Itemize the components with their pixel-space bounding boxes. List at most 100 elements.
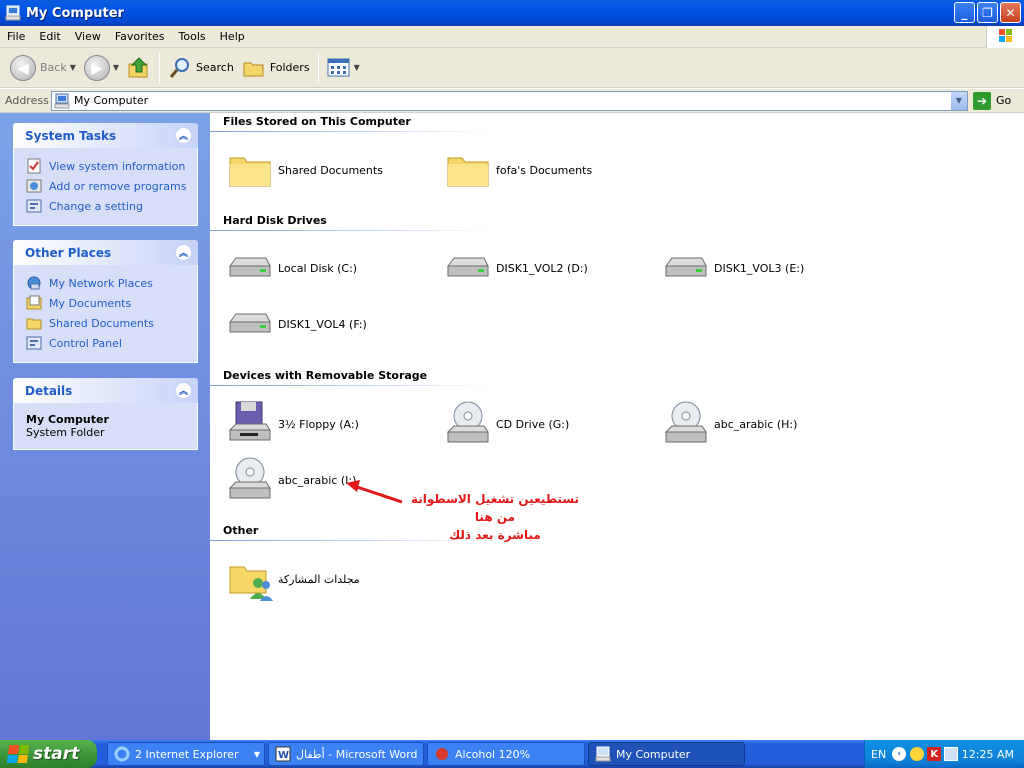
- folder-icon: [447, 157, 489, 187]
- address-bar: Address My Computer ▼ ➔ Go: [0, 89, 1024, 113]
- menu-help[interactable]: Help: [213, 30, 252, 43]
- drive-e[interactable]: DISK1_VOL3 (E:): [662, 244, 804, 292]
- messenger-smiley-icon[interactable]: [910, 747, 925, 761]
- antivirus-icon[interactable]: K: [927, 747, 942, 761]
- maximize-button[interactable]: ❐: [977, 2, 998, 23]
- address-input[interactable]: My Computer ▼: [51, 90, 968, 111]
- cd-drive-h[interactable]: abc_arabic (H:): [662, 400, 797, 448]
- task-label: أطفال - Microsoft Word: [296, 747, 418, 761]
- cd-drive-icon: [664, 401, 707, 443]
- hard-disk-icon: [229, 313, 271, 333]
- drive-d[interactable]: DISK1_VOL2 (D:): [444, 244, 588, 292]
- back-button[interactable]: ◀ Back ▼: [6, 51, 80, 85]
- hard-disk-icon: [229, 257, 271, 277]
- section-title: Hard Disk Drives: [223, 214, 327, 227]
- link-label: Control Panel: [49, 336, 122, 350]
- language-indicator[interactable]: EN: [871, 748, 886, 761]
- panel-title: Other Places: [25, 245, 112, 260]
- taskbar-item-my-computer[interactable]: My Computer: [588, 742, 745, 766]
- window-titlebar[interactable]: My Computer _ ❐ ✕: [0, 0, 1024, 26]
- drive-c[interactable]: Local Disk (C:): [226, 244, 357, 292]
- taskbar-item-ie[interactable]: 2 Internet Explorer ▼: [107, 742, 265, 766]
- views-button[interactable]: ▼: [323, 51, 364, 85]
- views-icon: [327, 58, 350, 76]
- link-label: My Network Places: [49, 276, 153, 290]
- red-arrow-icon: [346, 480, 403, 504]
- floppy-a[interactable]: 3½ Floppy (A:): [226, 400, 359, 448]
- network-icon: [27, 276, 41, 290]
- shared-documents-folder[interactable]: Shared Documents: [226, 146, 383, 194]
- up-folder-icon: [128, 56, 148, 77]
- system-tray: EN ‹ K 12:25 AM: [864, 740, 1024, 768]
- item-label: CD Drive (G:): [496, 417, 570, 431]
- item-label: 3½ Floppy (A:): [278, 417, 359, 431]
- close-button[interactable]: ✕: [1000, 2, 1021, 23]
- up-folder-button[interactable]: [123, 51, 155, 85]
- shared-documents-link[interactable]: Shared Documents: [26, 313, 197, 333]
- annotation-line: مباشرة بعد ذلك: [449, 528, 541, 542]
- toolbar-separator: [159, 52, 161, 83]
- link-label: My Documents: [49, 296, 132, 310]
- chevron-down-icon: ▼: [253, 749, 260, 759]
- folders-button[interactable]: Folders: [238, 51, 314, 85]
- panel-title: Details: [25, 383, 73, 398]
- folder-icon: [26, 318, 42, 330]
- fofas-documents-folder[interactable]: fofa's Documents: [444, 146, 592, 194]
- network-tray-icon[interactable]: [944, 747, 959, 761]
- section-title: Other: [223, 524, 259, 537]
- menu-edit[interactable]: Edit: [32, 30, 67, 43]
- change-setting-link[interactable]: Change a setting: [26, 196, 197, 216]
- forward-arrow-icon: ▶: [83, 54, 110, 81]
- taskbar-item-word[interactable]: W أطفال - Microsoft Word: [268, 742, 424, 766]
- add-remove-programs-link[interactable]: Add or remove programs: [26, 176, 197, 196]
- cd-drive-g[interactable]: CD Drive (G:): [444, 400, 569, 448]
- shared-folders-item[interactable]: مجلدات المشاركة: [226, 555, 360, 603]
- item-label: مجلدات المشاركة: [278, 572, 360, 586]
- folder-view: Files Stored on This Computer Shared Doc…: [210, 113, 1024, 740]
- address-label: Address: [5, 94, 49, 107]
- windows-flag-icon: [6, 745, 30, 763]
- go-button[interactable]: ➔ Go: [973, 91, 1011, 110]
- menu-view[interactable]: View: [68, 30, 108, 43]
- details-header[interactable]: Details ︽: [13, 378, 198, 403]
- other-places-panel: Other Places ︽ My Network Places My Docu…: [13, 240, 198, 363]
- view-system-info-link[interactable]: View system information: [26, 156, 197, 176]
- annotation-text: تستطيعين تشغيل الاسطوانة من هنا مباشرة ب…: [400, 490, 590, 544]
- task-label: My Computer: [616, 747, 691, 761]
- panel-title: System Tasks: [25, 128, 117, 143]
- system-tasks-header[interactable]: System Tasks ︽: [13, 123, 198, 148]
- menu-file[interactable]: File: [0, 30, 32, 43]
- collapse-chevron-icon[interactable]: ︽: [175, 244, 192, 261]
- link-label: Change a setting: [49, 199, 143, 213]
- taskbar-item-alcohol[interactable]: Alcohol 120%: [427, 742, 585, 766]
- search-button[interactable]: Search: [164, 51, 238, 85]
- start-label: start: [33, 744, 80, 764]
- go-arrow-icon: ➔: [973, 91, 991, 110]
- control-panel-link[interactable]: Control Panel: [26, 333, 197, 353]
- back-arrow-icon: ◀: [10, 54, 36, 81]
- forward-button[interactable]: ▶ ▼: [80, 51, 123, 85]
- section-other-header: Other: [210, 524, 490, 541]
- collapse-chevron-icon[interactable]: ︽: [175, 382, 192, 399]
- minimize-button[interactable]: _: [954, 2, 975, 23]
- tray-expand-icon[interactable]: ‹: [892, 747, 907, 761]
- drive-f[interactable]: DISK1_VOL4 (F:): [226, 300, 367, 348]
- my-network-places-link[interactable]: My Network Places: [26, 273, 197, 293]
- my-computer-icon: [54, 93, 70, 108]
- hard-disk-icon: [447, 257, 489, 277]
- internet-explorer-icon: [114, 746, 130, 762]
- cd-drive-icon: [228, 457, 271, 499]
- cd-drive-i[interactable]: abc_arabic (I:): [226, 456, 356, 504]
- toolbar: ◀ Back ▼ ▶ ▼ Search Folders ▼: [0, 48, 1024, 88]
- address-dropdown-button[interactable]: ▼: [950, 91, 967, 110]
- other-places-header[interactable]: Other Places ︽: [13, 240, 198, 265]
- start-button[interactable]: start: [0, 740, 97, 768]
- collapse-chevron-icon[interactable]: ︽: [175, 127, 192, 144]
- control-panel-icon: [26, 199, 42, 213]
- my-documents-link[interactable]: My Documents: [26, 293, 197, 313]
- folder-icon: [229, 157, 271, 187]
- clock[interactable]: 12:25 AM: [962, 748, 1014, 761]
- menu-favorites[interactable]: Favorites: [108, 30, 172, 43]
- my-computer-icon: [595, 746, 611, 762]
- menu-tools[interactable]: Tools: [172, 30, 213, 43]
